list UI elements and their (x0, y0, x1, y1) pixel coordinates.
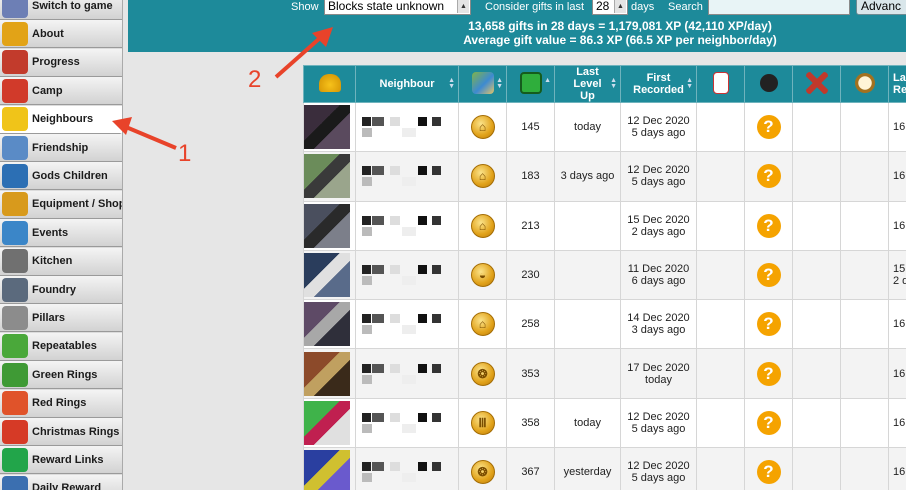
annotation-arrows (112, 27, 333, 150)
annotation-number-1: 1 (178, 140, 192, 167)
arrow-1 (112, 117, 177, 150)
arrow-2 (274, 27, 333, 79)
annotation-number-2: 2 (248, 66, 262, 93)
